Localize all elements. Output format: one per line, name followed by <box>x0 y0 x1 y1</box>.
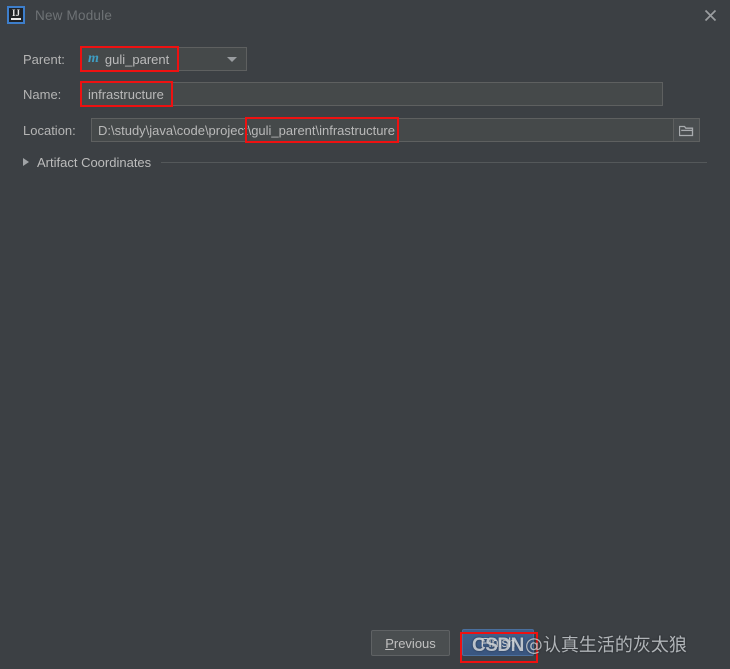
window-title: New Module <box>35 7 113 23</box>
location-input[interactable]: D:\study\java\code\project\guli_parent\i… <box>91 118 674 142</box>
artifact-coordinates-label: Artifact Coordinates <box>37 154 152 170</box>
parent-combobox[interactable]: m guli_parent <box>81 47 247 71</box>
chevron-right-icon <box>23 158 29 166</box>
name-row: Name: infrastructure <box>23 82 663 106</box>
intellij-icon-letters: IJ <box>11 8 20 18</box>
parent-label: Parent: <box>23 51 65 67</box>
title-bar: IJ New Module <box>0 0 730 30</box>
folder-open-icon <box>679 125 694 136</box>
finish-button[interactable]: Finish <box>462 629 534 656</box>
artifact-coordinates-section[interactable]: Artifact Coordinates <box>23 152 707 172</box>
close-icon <box>704 9 716 21</box>
previous-label-rest: revious <box>393 635 436 651</box>
location-browse-button[interactable] <box>674 118 700 142</box>
section-separator <box>161 161 707 163</box>
name-input[interactable]: infrastructure <box>81 82 663 106</box>
intellij-idea-icon: IJ <box>7 6 25 24</box>
dialog-footer: Previous Finish <box>0 625 730 669</box>
intellij-icon-underline <box>11 18 21 20</box>
name-label: Name: <box>23 86 62 102</box>
parent-row: Parent: m guli_parent <box>23 47 247 71</box>
location-row: Location: D:\study\java\code\project\gul… <box>23 118 700 142</box>
location-label: Location: <box>23 122 76 138</box>
previous-mnemonic: P <box>385 635 394 651</box>
maven-module-icon: m <box>88 51 99 66</box>
chevron-down-icon <box>227 57 237 62</box>
previous-button[interactable]: Previous <box>371 630 450 656</box>
parent-selected-value: guli_parent <box>104 51 170 67</box>
close-button[interactable] <box>690 0 730 30</box>
